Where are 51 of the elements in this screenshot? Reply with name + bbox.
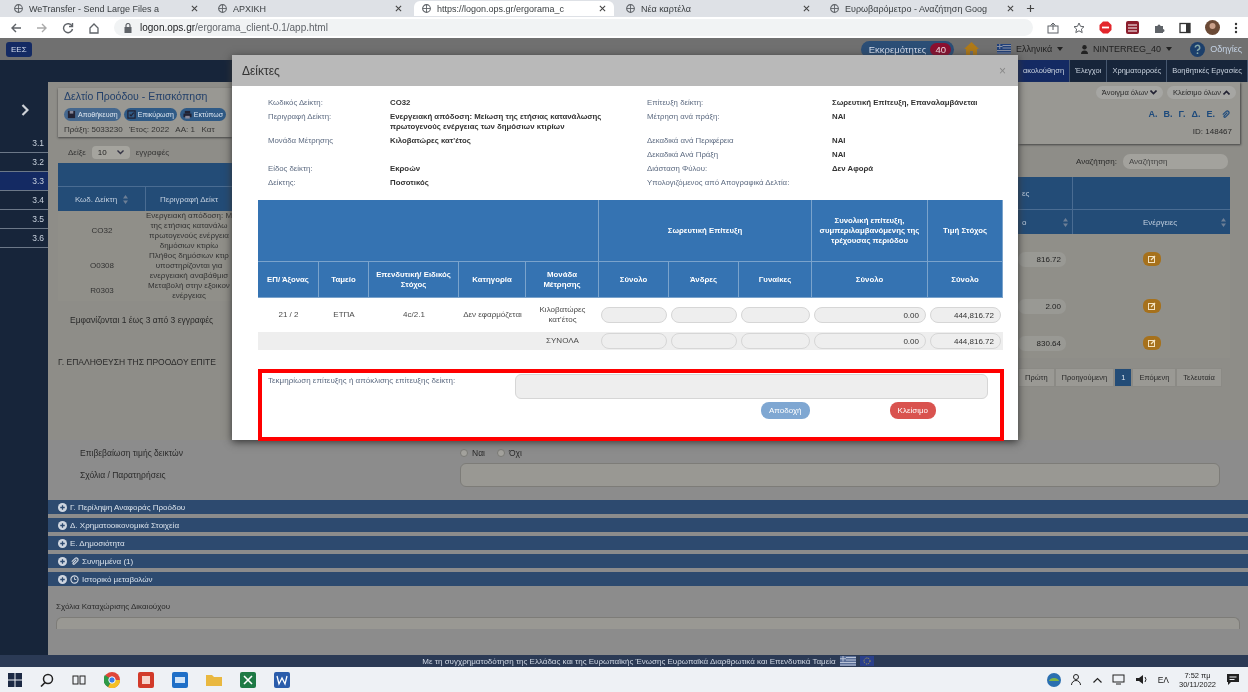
- table-cell-text: Μεταβολή στην εξοικον ενέργειας: [147, 281, 231, 301]
- accordion-bar[interactable]: Ιστορικό μεταβολών: [48, 572, 1248, 586]
- field-label: Τεκμηρίωση επίτευξης ή απόκλισης επίτευξης δείκτη:: [268, 375, 456, 387]
- dialog-title: Δείκτες: [242, 63, 280, 78]
- accordion-bar[interactable]: Δ. Χρηματοοικονομικά Στοιχεία: [48, 518, 1248, 532]
- table-cell: ΣΥΝΟΛΑ: [526, 332, 599, 350]
- table-cell-text: CO32: [90, 226, 114, 236]
- browser-tab[interactable]: Νέα καρτέλα: [618, 1, 818, 16]
- value-field: 0.00: [814, 333, 926, 349]
- column-header[interactable]: Ενέργειες: [1073, 210, 1230, 234]
- value-field: 444,816.72: [930, 333, 1001, 349]
- section-heading: Γ. ΕΠΑΛΗΘΕΥΣΗ ΤΗΣ ΠΡΟΟΔΟΥ ΕΠΙΤΕ: [58, 357, 217, 367]
- count-badge: 40: [930, 42, 951, 56]
- column-header[interactable]: Περιγραφή Δείκτ: [146, 187, 232, 211]
- table-cell-text: Πλήθος δημόσιων κτιρ υποστηρίζονται για ενεργειακή αναβάθμισ: [148, 251, 230, 281]
- url-text: logon.ops.gr/ergorama_client-0.1/app.html: [140, 22, 328, 33]
- field-label: Επιβεβαίωση τιμής δεικτών: [80, 448, 184, 458]
- value-field: 830.64: [1018, 335, 1066, 351]
- value-field: 0.00: [814, 307, 926, 323]
- accordion-bar[interactable]: Ε. Δημοσιότητα: [48, 536, 1248, 550]
- logo-badge[interactable]: ΕΕΣ: [6, 41, 32, 57]
- page-title: Δελτίο Προόδου - Επισκόπηση: [64, 90, 209, 102]
- browser-tab[interactable]: WeTransfer - Send Large Files a: [6, 1, 206, 16]
- browser-tab[interactable]: https://logon.ops.gr/ergorama_c: [414, 1, 614, 16]
- length-label: εγγραφές: [135, 148, 170, 157]
- accordion-bar[interactable]: Γ. Περίληψη Αναφοράς Προόδου: [48, 500, 1248, 514]
- value-field: 444,816.72: [930, 307, 1001, 323]
- value-field: 2.00: [1018, 298, 1066, 314]
- record-id: ID: 148467: [1192, 127, 1232, 136]
- sidebar-item[interactable]: 3.3: [0, 172, 48, 191]
- table-info: Εμφανίζονται 1 έως 3 από 3 εγγραφές: [70, 315, 215, 325]
- footer-text: Με τη συγχρηματοδότηση της Ελλάδας και της Ευρωπαϊκής Ένωσης Ευρωπαϊκά Διαρθρωτικά και Επενδυτικά Ταμεία: [422, 656, 836, 666]
- dialog-button[interactable]: Κλείσιμο: [889, 402, 936, 419]
- option-label: Ναι: [472, 448, 485, 458]
- address-field[interactable]: logon.ops.gr/ergorama_client-0.1/app.html: [114, 19, 1033, 36]
- field-label: Σχόλια / Παρατηρήσεις: [80, 470, 167, 480]
- search-label: Αναζήτηση:: [1076, 157, 1117, 166]
- length-select[interactable]: 10: [91, 146, 130, 159]
- accordion-bar[interactable]: Συνημμένα (1): [48, 554, 1248, 568]
- table-cell: Ενεργειακή απόδοση: Μ της ετήσιας κατανάλω πρωτογενούς ενέργεια δημόσιων κτιρίω: [146, 211, 232, 251]
- table-cell-text: O0308: [89, 261, 115, 271]
- value-field: 816.72: [1018, 251, 1066, 267]
- language-indicator[interactable]: ΕΛ: [1157, 674, 1169, 685]
- field-label: Σχόλια Καταχώρισης Δικαιούχου: [56, 602, 172, 611]
- operation-details: Πράξη: 5033230 Έτος: 2022 ΑΑ: 1 Κατ: [64, 125, 216, 134]
- table-cell-text: R0303: [89, 286, 115, 296]
- search-field[interactable]: Αναζήτηση: [1122, 154, 1228, 169]
- browser-tab[interactable]: ΑΡΧΙΚΗ: [210, 1, 410, 16]
- length-label: Δείξε: [68, 148, 86, 157]
- option-label: Όχι: [508, 448, 522, 458]
- browser-tab[interactable]: Ευρωβαρόμετρο - Αναζήτηση Goog: [822, 1, 1022, 16]
